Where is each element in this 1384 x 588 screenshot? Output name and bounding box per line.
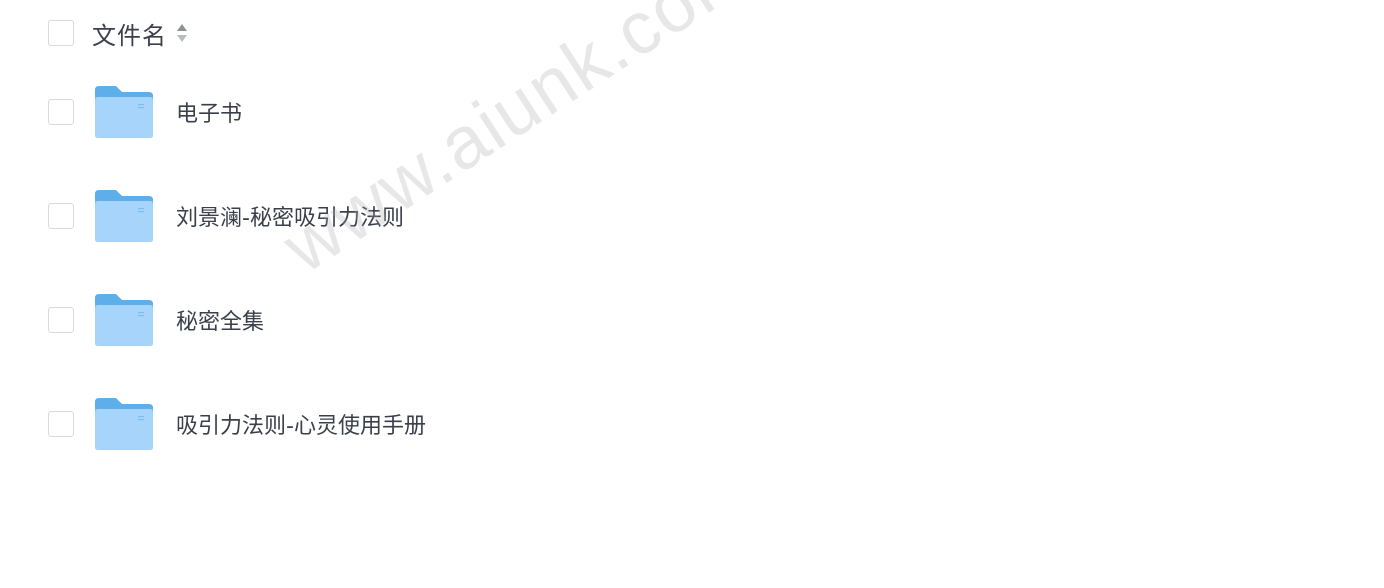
row-checkbox[interactable]	[48, 411, 74, 437]
file-list-page: 文件名 电子书 刘景澜-秘密吸引力法则 秘密全集 吸引力法则-心灵使用手册 ww…	[0, 0, 1384, 588]
sort-icon[interactable]	[175, 21, 189, 45]
file-name[interactable]: 秘密全集	[176, 304, 264, 336]
row-checkbox[interactable]	[48, 99, 74, 125]
select-all-checkbox[interactable]	[48, 20, 74, 46]
file-row[interactable]: 刘景澜-秘密吸引力法则	[48, 186, 404, 246]
file-name[interactable]: 刘景澜-秘密吸引力法则	[176, 200, 404, 232]
row-checkbox[interactable]	[48, 307, 74, 333]
row-checkbox[interactable]	[48, 203, 74, 229]
folder-icon	[94, 292, 154, 348]
file-row[interactable]: 吸引力法则-心灵使用手册	[48, 394, 426, 454]
folder-icon	[94, 188, 154, 244]
file-list-header: 文件名	[48, 16, 189, 50]
file-name[interactable]: 吸引力法则-心灵使用手册	[176, 408, 426, 440]
file-row[interactable]: 电子书	[48, 82, 242, 142]
folder-icon	[94, 396, 154, 452]
file-row[interactable]: 秘密全集	[48, 290, 264, 350]
folder-icon	[94, 84, 154, 140]
column-header-filename[interactable]: 文件名	[92, 16, 167, 51]
file-name[interactable]: 电子书	[176, 96, 242, 128]
